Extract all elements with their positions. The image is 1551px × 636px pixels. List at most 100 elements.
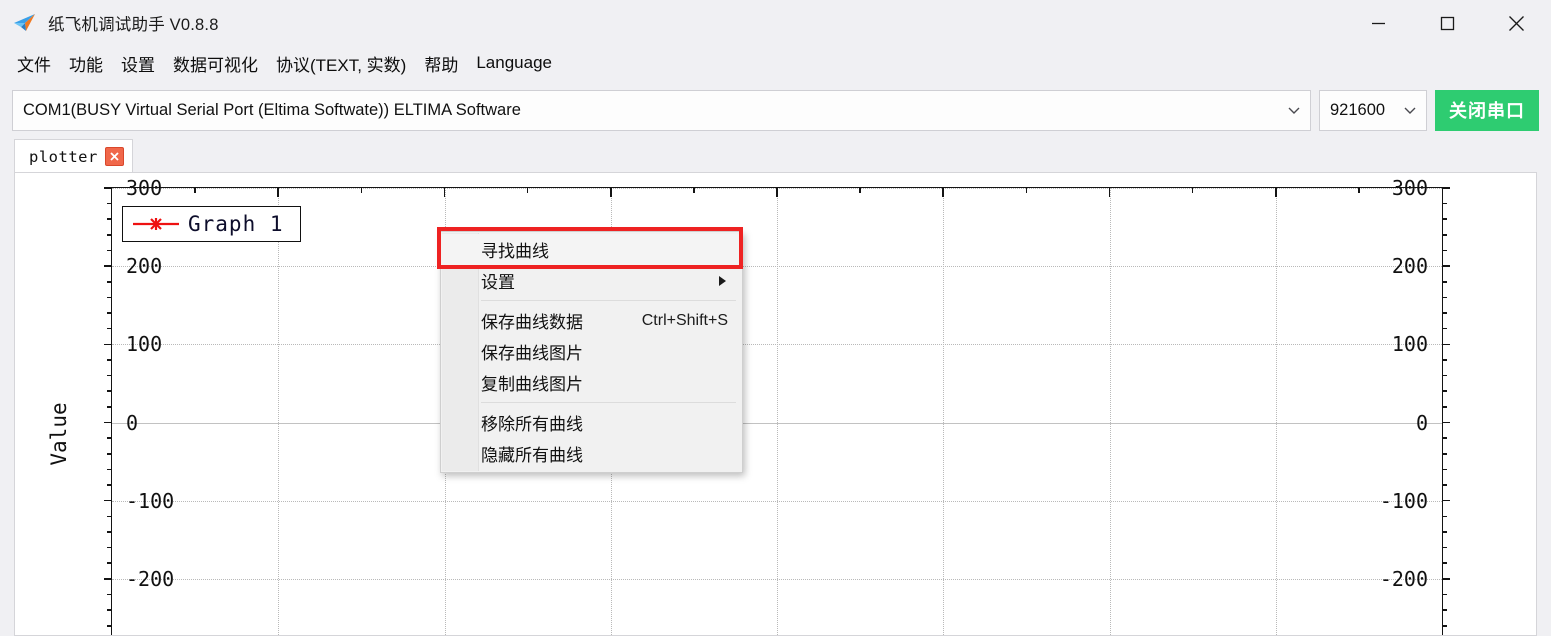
x-axis-major-tick — [1108, 188, 1111, 197]
y-axis-minor-tick-right — [1442, 406, 1447, 408]
y-axis-minor-tick-right — [1442, 296, 1447, 299]
x-axis-minor-tick — [526, 188, 529, 193]
close-button[interactable] — [1482, 0, 1551, 46]
y-axis-minor-tick — [107, 437, 112, 439]
baud-rate-select[interactable]: 921600 — [1319, 89, 1427, 131]
y-axis-minor-tick — [107, 249, 112, 252]
paper-plane-icon — [12, 10, 38, 36]
x-axis-minor-tick — [859, 188, 861, 193]
context-menu-item-save-curve-image[interactable]: 保存曲线图片 — [441, 336, 742, 367]
y-axis-minor-tick — [107, 281, 112, 283]
y-axis-minor-tick-right — [1442, 437, 1447, 439]
y-axis-minor-tick — [107, 406, 112, 408]
y-axis-tick-label-left: 0 — [1415, 410, 1428, 435]
y-axis-minor-tick-right — [1442, 390, 1447, 393]
plot-context-menu[interactable]: 寻找曲线 设置 保存曲线数据 Ctrl+Shift+S 保存曲线图片 复制曲线图… — [437, 227, 743, 473]
y-axis-major-tick — [104, 421, 112, 424]
y-axis-tick-label-right: 0 — [126, 410, 139, 435]
tab-plotter-label: plotter — [29, 147, 98, 166]
y-axis-minor-tick-right — [1442, 374, 1447, 377]
plotter-panel[interactable]: Value 300 300 200 200 100 100 0 0 -100 -100 -200 -2… — [14, 172, 1537, 636]
minimize-button[interactable] — [1344, 0, 1413, 46]
y-axis-major-tick — [104, 265, 112, 267]
maximize-button[interactable] — [1413, 0, 1482, 46]
y-axis-minor-tick — [107, 609, 112, 611]
serial-port-select[interactable]: COM1(BUSY Virtual Serial Port (Eltima So… — [12, 89, 1311, 131]
y-axis-minor-tick-right — [1442, 281, 1447, 283]
y-axis-minor-tick — [107, 296, 112, 299]
y-axis-minor-tick-right — [1442, 609, 1447, 611]
x-axis-major-tick — [609, 188, 612, 197]
submenu-arrow-icon — [719, 275, 726, 286]
tab-close-icon[interactable] — [104, 147, 124, 166]
serial-port-value: COM1(BUSY Virtual Serial Port (Eltima So… — [23, 100, 521, 119]
y-axis-minor-tick — [107, 359, 112, 361]
y-axis-tick-label-right: -100 — [126, 488, 175, 513]
context-menu-item-label: 移除所有曲线 — [481, 415, 583, 434]
y-axis-minor-tick-right — [1442, 468, 1447, 471]
y-axis-minor-tick — [107, 468, 112, 471]
menu-data-visualization[interactable]: 数据可视化 — [164, 49, 267, 78]
context-menu-item-find-curve[interactable]: 寻找曲线 — [441, 234, 742, 265]
y-axis-minor-tick — [107, 624, 112, 627]
context-menu-item-label: 隐藏所有曲线 — [481, 446, 583, 465]
x-axis-minor-tick — [693, 188, 695, 193]
context-menu-item-label: 保存曲线数据 — [481, 313, 583, 332]
context-menu-item-label: 设置 — [481, 273, 515, 292]
y-axis-tick-label-left: 300 — [1391, 176, 1428, 200]
tab-plotter[interactable]: plotter — [14, 139, 133, 173]
chevron-down-icon — [1403, 103, 1417, 117]
y-axis-minor-tick — [107, 531, 112, 533]
menu-help[interactable]: 帮助 — [415, 49, 467, 78]
menu-language[interactable]: Language — [467, 51, 561, 75]
y-axis-minor-tick — [107, 234, 112, 236]
y-axis-minor-tick-right — [1442, 202, 1447, 205]
y-axis-minor-tick — [107, 562, 112, 564]
chart-legend[interactable]: Graph 1 — [122, 206, 301, 242]
x-axis-major-tick — [942, 188, 945, 197]
context-menu-item-copy-curve-image[interactable]: 复制曲线图片 — [441, 367, 742, 398]
context-menu-separator — [481, 402, 736, 403]
y-axis-title: Value — [47, 401, 71, 466]
plot-area[interactable]: 30030020020010010000-100-100-200-200-300… — [104, 178, 1450, 635]
y-axis-major-tick — [104, 578, 112, 580]
x-axis-minor-tick — [194, 188, 196, 193]
baud-rate-value: 921600 — [1330, 100, 1386, 119]
menu-settings[interactable]: 设置 — [112, 49, 164, 78]
menu-function[interactable]: 功能 — [60, 49, 112, 78]
context-menu-item-label: 复制曲线图片 — [481, 375, 583, 394]
x-axis-minor-tick — [1358, 188, 1360, 193]
close-serial-port-button[interactable]: 关闭串口 — [1435, 89, 1539, 131]
menu-file[interactable]: 文件 — [8, 49, 60, 78]
context-menu-item-save-curve-data[interactable]: 保存曲线数据 Ctrl+Shift+S — [441, 305, 742, 336]
y-axis-major-tick-right — [1442, 187, 1450, 189]
y-axis-minor-tick-right — [1442, 484, 1447, 486]
application-window: 纸飞机调试助手 V0.8.8 文件 功能 设置 数据可视化 协议(TEXT, 实… — [0, 0, 1551, 636]
x-axis-major-tick — [776, 188, 778, 197]
y-axis-minor-tick — [107, 202, 112, 205]
chevron-down-icon — [1287, 103, 1301, 117]
context-menu-item-hide-all-curves[interactable]: 隐藏所有曲线 — [441, 438, 742, 469]
y-axis-minor-tick — [107, 312, 112, 314]
context-menu-item-label: 保存曲线图片 — [481, 344, 583, 363]
x-axis-minor-tick — [360, 188, 363, 193]
y-axis-minor-tick-right — [1442, 562, 1447, 564]
y-axis-tick-label-right: 300 — [126, 176, 163, 200]
y-axis-minor-tick — [107, 390, 112, 393]
y-axis-minor-tick-right — [1442, 593, 1447, 596]
x-gridline — [943, 188, 945, 635]
legend-label-graph-1: Graph 1 — [188, 212, 284, 236]
y-axis-minor-tick-right — [1442, 312, 1447, 314]
y-axis-minor-tick — [107, 218, 112, 221]
y-axis-minor-tick — [107, 452, 112, 455]
y-axis-minor-tick-right — [1442, 218, 1447, 221]
context-menu-item-remove-all-curves[interactable]: 移除所有曲线 — [441, 407, 742, 438]
context-menu-item-settings[interactable]: 设置 — [441, 265, 742, 296]
title-bar: 纸飞机调试助手 V0.8.8 — [0, 0, 1551, 46]
y-axis-major-tick — [104, 187, 112, 189]
y-axis-tick-label-left: -200 — [1379, 566, 1428, 591]
menu-protocol[interactable]: 协议(TEXT, 实数) — [267, 49, 415, 78]
y-axis-minor-tick — [107, 593, 112, 596]
window-controls — [1344, 0, 1551, 46]
x-gridline — [1275, 188, 1277, 635]
